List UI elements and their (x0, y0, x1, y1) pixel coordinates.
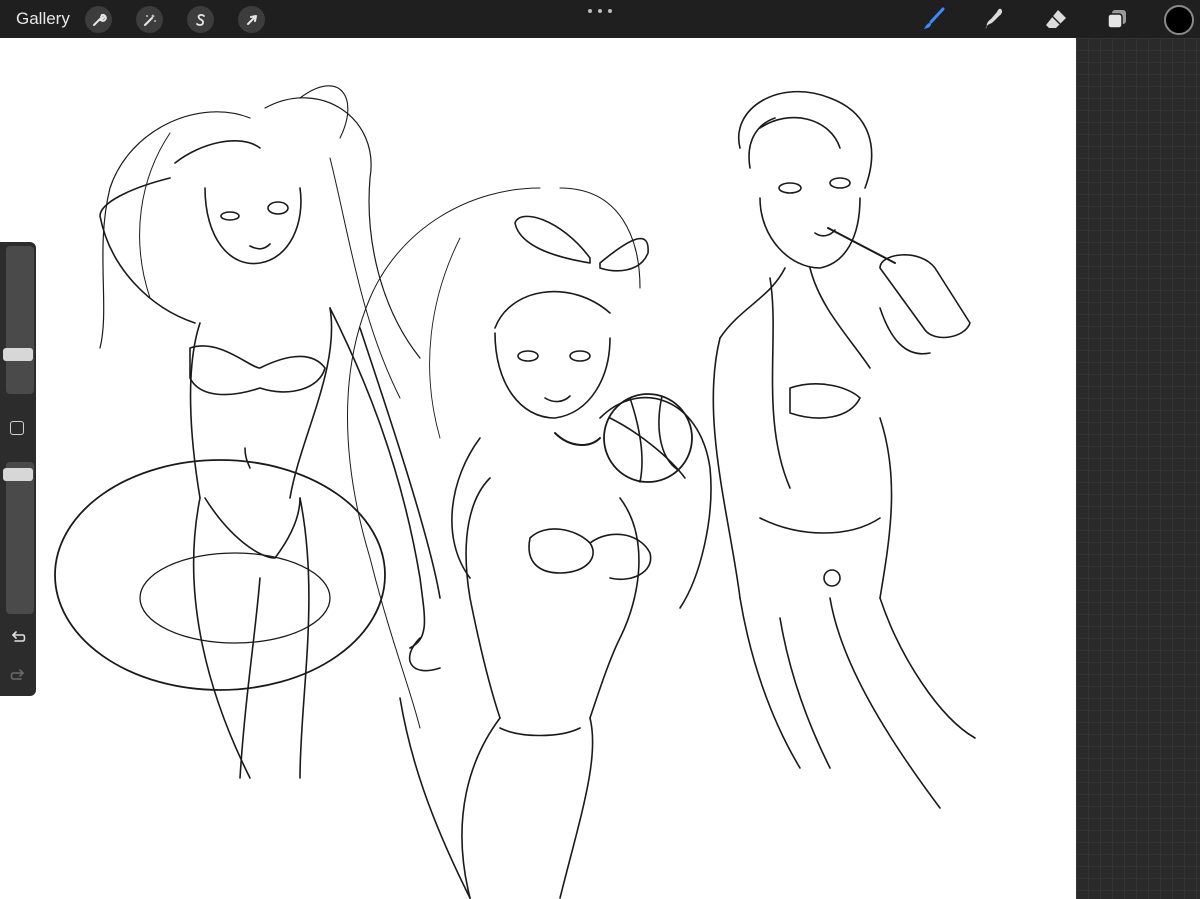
left-sidebar (0, 242, 36, 696)
sketch-figure-left (54, 85, 441, 779)
color-picker-swatch[interactable] (1164, 5, 1194, 35)
brush-icon[interactable] (920, 5, 948, 33)
redo-icon[interactable] (9, 666, 27, 684)
gallery-button[interactable]: Gallery (16, 9, 70, 29)
sketch-artwork (54, 85, 976, 899)
smudge-icon[interactable] (980, 5, 1008, 33)
selection-s-icon[interactable] (187, 6, 214, 33)
workspace-background (1076, 38, 1200, 899)
drawing-canvas[interactable] (0, 38, 1076, 899)
opacity-slider[interactable] (3, 462, 34, 614)
wrench-icon[interactable] (85, 6, 112, 33)
more-options-icon[interactable] (588, 9, 612, 13)
arrow-cursor-icon[interactable] (238, 6, 265, 33)
eraser-icon[interactable] (1042, 5, 1070, 33)
undo-icon[interactable] (9, 628, 27, 646)
brush-size-thumb[interactable] (3, 348, 33, 361)
sketch-figure-right (712, 90, 976, 809)
brush-size-slider[interactable] (3, 246, 34, 394)
layers-icon[interactable] (1103, 5, 1131, 33)
modify-button[interactable] (10, 421, 24, 435)
opacity-thumb[interactable] (3, 468, 33, 481)
sketch-figure-middle (347, 187, 712, 899)
top-toolbar: Gallery (0, 0, 1200, 38)
magic-wand-icon[interactable] (136, 6, 163, 33)
